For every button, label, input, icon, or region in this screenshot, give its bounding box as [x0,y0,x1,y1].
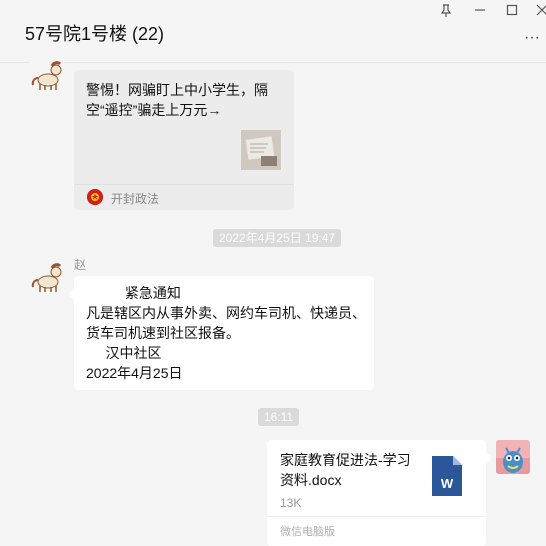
message-line: 2022年4月25日 [86,365,183,381]
pin-icon[interactable] [436,4,456,20]
file-name: 家庭教育促进法-学习资料.docx [280,452,411,488]
file-size: 13K [280,496,302,510]
link-title: 警惕！网骗盯上中小学生，隔空“遥控”骗走上万元→ [86,82,268,118]
maximize-button[interactable] [502,4,522,20]
divider [74,184,294,185]
horse-avatar[interactable] [30,58,64,92]
horse-avatar[interactable] [30,260,64,294]
minimize-button[interactable] [470,4,490,20]
divider [267,516,486,517]
timestamp: 16:11 [258,408,300,426]
chat-title: 57号院1号楼 (22) [25,24,165,44]
link-thumbnail [241,130,281,170]
link-source-name: 开封政法 [111,192,160,206]
word-doc-icon: W [432,456,462,496]
more-options-button[interactable]: ··· [524,30,540,46]
user-avatar[interactable] [496,440,530,474]
file-card[interactable]: 家庭教育促进法-学习资料.docx W 13K 微信电脑版 [267,440,492,546]
message-line: 汉中社区 [86,345,162,361]
file-source: 微信电脑版 [280,526,335,538]
chat-header: 57号院1号楼 (22) ··· [0,0,546,63]
message-line: 货车司机速到社区报备。 [86,325,240,341]
word-doc-letter: W [441,476,454,491]
message-line: 紧急通知 [86,285,181,301]
message-bubble[interactable]: 紧急通知 凡是辖区内从事外卖、网约车司机、快递员、 货车司机速到社区报备。 汉中… [68,276,374,390]
timestamp: 2022年4月25日 19:47 [213,229,342,247]
link-card[interactable]: 警惕！网骗盯上中小学生，隔空“遥控”骗走上万元→ 开封政法 [74,70,294,210]
sender-name: 赵 [74,258,87,272]
close-button[interactable] [532,4,546,20]
police-badge-icon [87,189,103,205]
message-line: 凡是辖区内从事外卖、网约车司机、快递员、 [86,305,366,321]
